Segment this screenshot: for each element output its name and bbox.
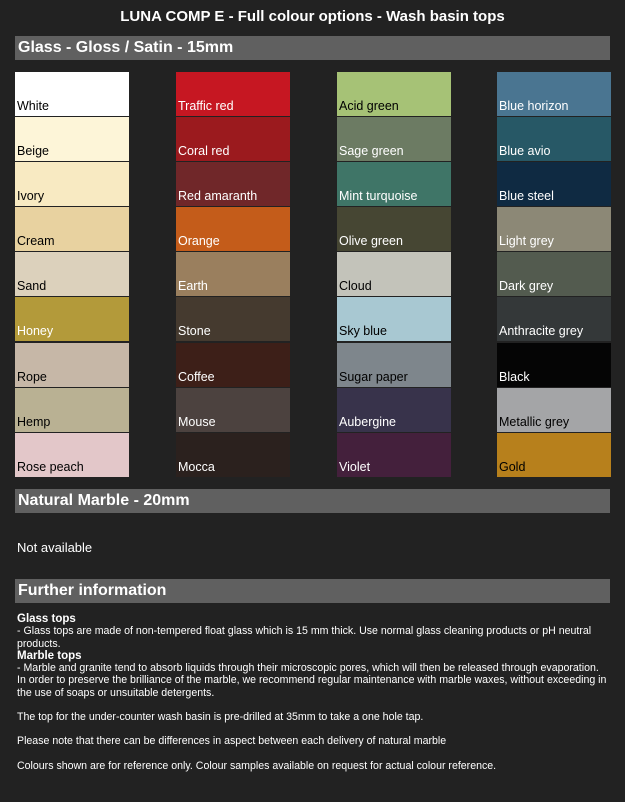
colour-swatch: Mouse xyxy=(176,388,290,432)
colour-swatch-label: Orange xyxy=(178,234,220,248)
colour-swatch: White xyxy=(15,72,129,116)
colour-swatch-label: Aubergine xyxy=(339,415,396,429)
marble-variation-note: Please note that there can be difference… xyxy=(17,735,447,748)
page-title: LUNA COMP E - Full colour options - Wash… xyxy=(120,8,505,25)
colour-swatch-label: Coffee xyxy=(178,370,215,384)
marble-availability: Not available xyxy=(17,540,93,555)
colour-swatch: Cream xyxy=(15,207,129,251)
colour-swatch-label: Black xyxy=(499,370,530,384)
colour-swatch: Rose peach xyxy=(15,433,129,477)
colour-swatch: Red amaranth xyxy=(176,162,290,206)
colour-swatch-label: Sugar paper xyxy=(339,370,408,384)
colour-reference-note: Colours shown are for reference only. Co… xyxy=(17,759,497,772)
colour-swatch: Hemp xyxy=(15,388,129,432)
colour-swatch-label: Cloud xyxy=(339,279,372,293)
colour-swatch: Metallic grey xyxy=(497,388,611,432)
colour-swatch-label: Traffic red xyxy=(178,99,234,113)
colour-swatch: Honey xyxy=(15,297,129,341)
colour-swatch-label: Blue horizon xyxy=(499,99,569,113)
colour-swatch-label: Coral red xyxy=(178,144,230,158)
colour-swatch-label: Sage green xyxy=(339,144,404,158)
marble-section-header: Natural Marble - 20mm xyxy=(15,489,610,513)
colour-swatch-label: Dark grey xyxy=(499,279,554,293)
colour-swatch: Olive green xyxy=(337,207,451,251)
colour-swatch: Light grey xyxy=(497,207,611,251)
glass-tops-heading: Glass tops xyxy=(17,613,76,625)
colour-swatch-label: Gold xyxy=(499,460,526,474)
colour-swatch-label: Mocca xyxy=(178,460,215,474)
colour-swatch: Traffic red xyxy=(176,72,290,116)
colour-swatch-label: Red amaranth xyxy=(178,189,258,203)
colour-swatch-label: Blue avio xyxy=(499,144,551,158)
colour-swatch-label: White xyxy=(17,99,49,113)
colour-swatch: Coral red xyxy=(176,117,290,161)
colour-swatch-label: Blue steel xyxy=(499,189,554,203)
drilling-note: The top for the under-counter wash basin… xyxy=(17,711,424,724)
colour-swatch: Ivory xyxy=(15,162,129,206)
colour-swatch: Acid green xyxy=(337,72,451,116)
colour-swatch: Sky blue xyxy=(337,297,451,341)
colour-swatch-label: Hemp xyxy=(17,415,51,429)
colour-swatch-label: Stone xyxy=(178,324,211,338)
glass-tops-text: - Glass tops are made of non-tempered fl… xyxy=(17,625,592,650)
marble-tops-heading: Marble tops xyxy=(17,649,82,662)
colour-swatch-label: Mouse xyxy=(178,415,216,429)
colour-swatch: Mocca xyxy=(176,433,290,477)
further-info-body: Glass tops - Glass tops are made of non-… xyxy=(17,613,609,772)
colour-swatch-label: Beige xyxy=(17,144,49,158)
colour-swatch: Gold xyxy=(497,433,611,477)
colour-swatch: Sage green xyxy=(337,117,451,161)
colour-swatch: Blue steel xyxy=(497,162,611,206)
colour-swatch: Black xyxy=(497,343,611,387)
colour-swatch: Sand xyxy=(15,252,129,296)
colour-swatch-grid: White Beige Ivory Cream Sand Honey Rope Hemp Ros… xyxy=(15,72,611,478)
colour-swatch: Beige xyxy=(15,117,129,161)
colour-swatch-label: Cream xyxy=(17,234,55,248)
marble-tops-text: - Marble and granite tend to absorb liqu… xyxy=(17,662,607,699)
colour-swatch-label: Olive green xyxy=(339,234,403,248)
colour-swatch: Sugar paper xyxy=(337,343,451,387)
colour-swatch: Mint turquoise xyxy=(337,162,451,206)
colour-swatch: Rope xyxy=(15,343,129,387)
further-info-header: Further information xyxy=(15,579,610,603)
colour-swatch: Stone xyxy=(176,297,290,341)
colour-swatch: Aubergine xyxy=(337,388,451,432)
colour-swatch-label: Acid green xyxy=(339,99,399,113)
colour-swatch-label: Light grey xyxy=(499,234,554,248)
colour-swatch: Blue avio xyxy=(497,117,611,161)
colour-swatch-label: Violet xyxy=(339,460,371,474)
colour-swatch-label: Earth xyxy=(178,279,208,293)
colour-swatch-label: Sand xyxy=(17,279,47,293)
colour-swatch-label: Rose peach xyxy=(17,460,84,474)
colour-swatch-label: Rope xyxy=(17,370,47,384)
colour-swatch-label: Metallic grey xyxy=(499,415,570,429)
colour-swatch: Blue horizon xyxy=(497,72,611,116)
colour-swatch: Violet xyxy=(337,433,451,477)
colour-swatch-label: Ivory xyxy=(17,189,45,203)
colour-swatch: Dark grey xyxy=(497,252,611,296)
colour-swatch: Anthracite grey xyxy=(497,297,611,341)
colour-swatch: Coffee xyxy=(176,343,290,387)
colour-swatch: Earth xyxy=(176,252,290,296)
colour-swatch-label: Anthracite grey xyxy=(499,324,584,338)
colour-swatch-label: Sky blue xyxy=(339,324,387,338)
colour-swatch-label: Mint turquoise xyxy=(339,189,418,203)
colour-swatch: Cloud xyxy=(337,252,451,296)
colour-swatch-label: Honey xyxy=(17,324,54,338)
colour-swatch: Orange xyxy=(176,207,290,251)
glass-section-header: Glass - Gloss / Satin - 15mm xyxy=(15,36,610,60)
